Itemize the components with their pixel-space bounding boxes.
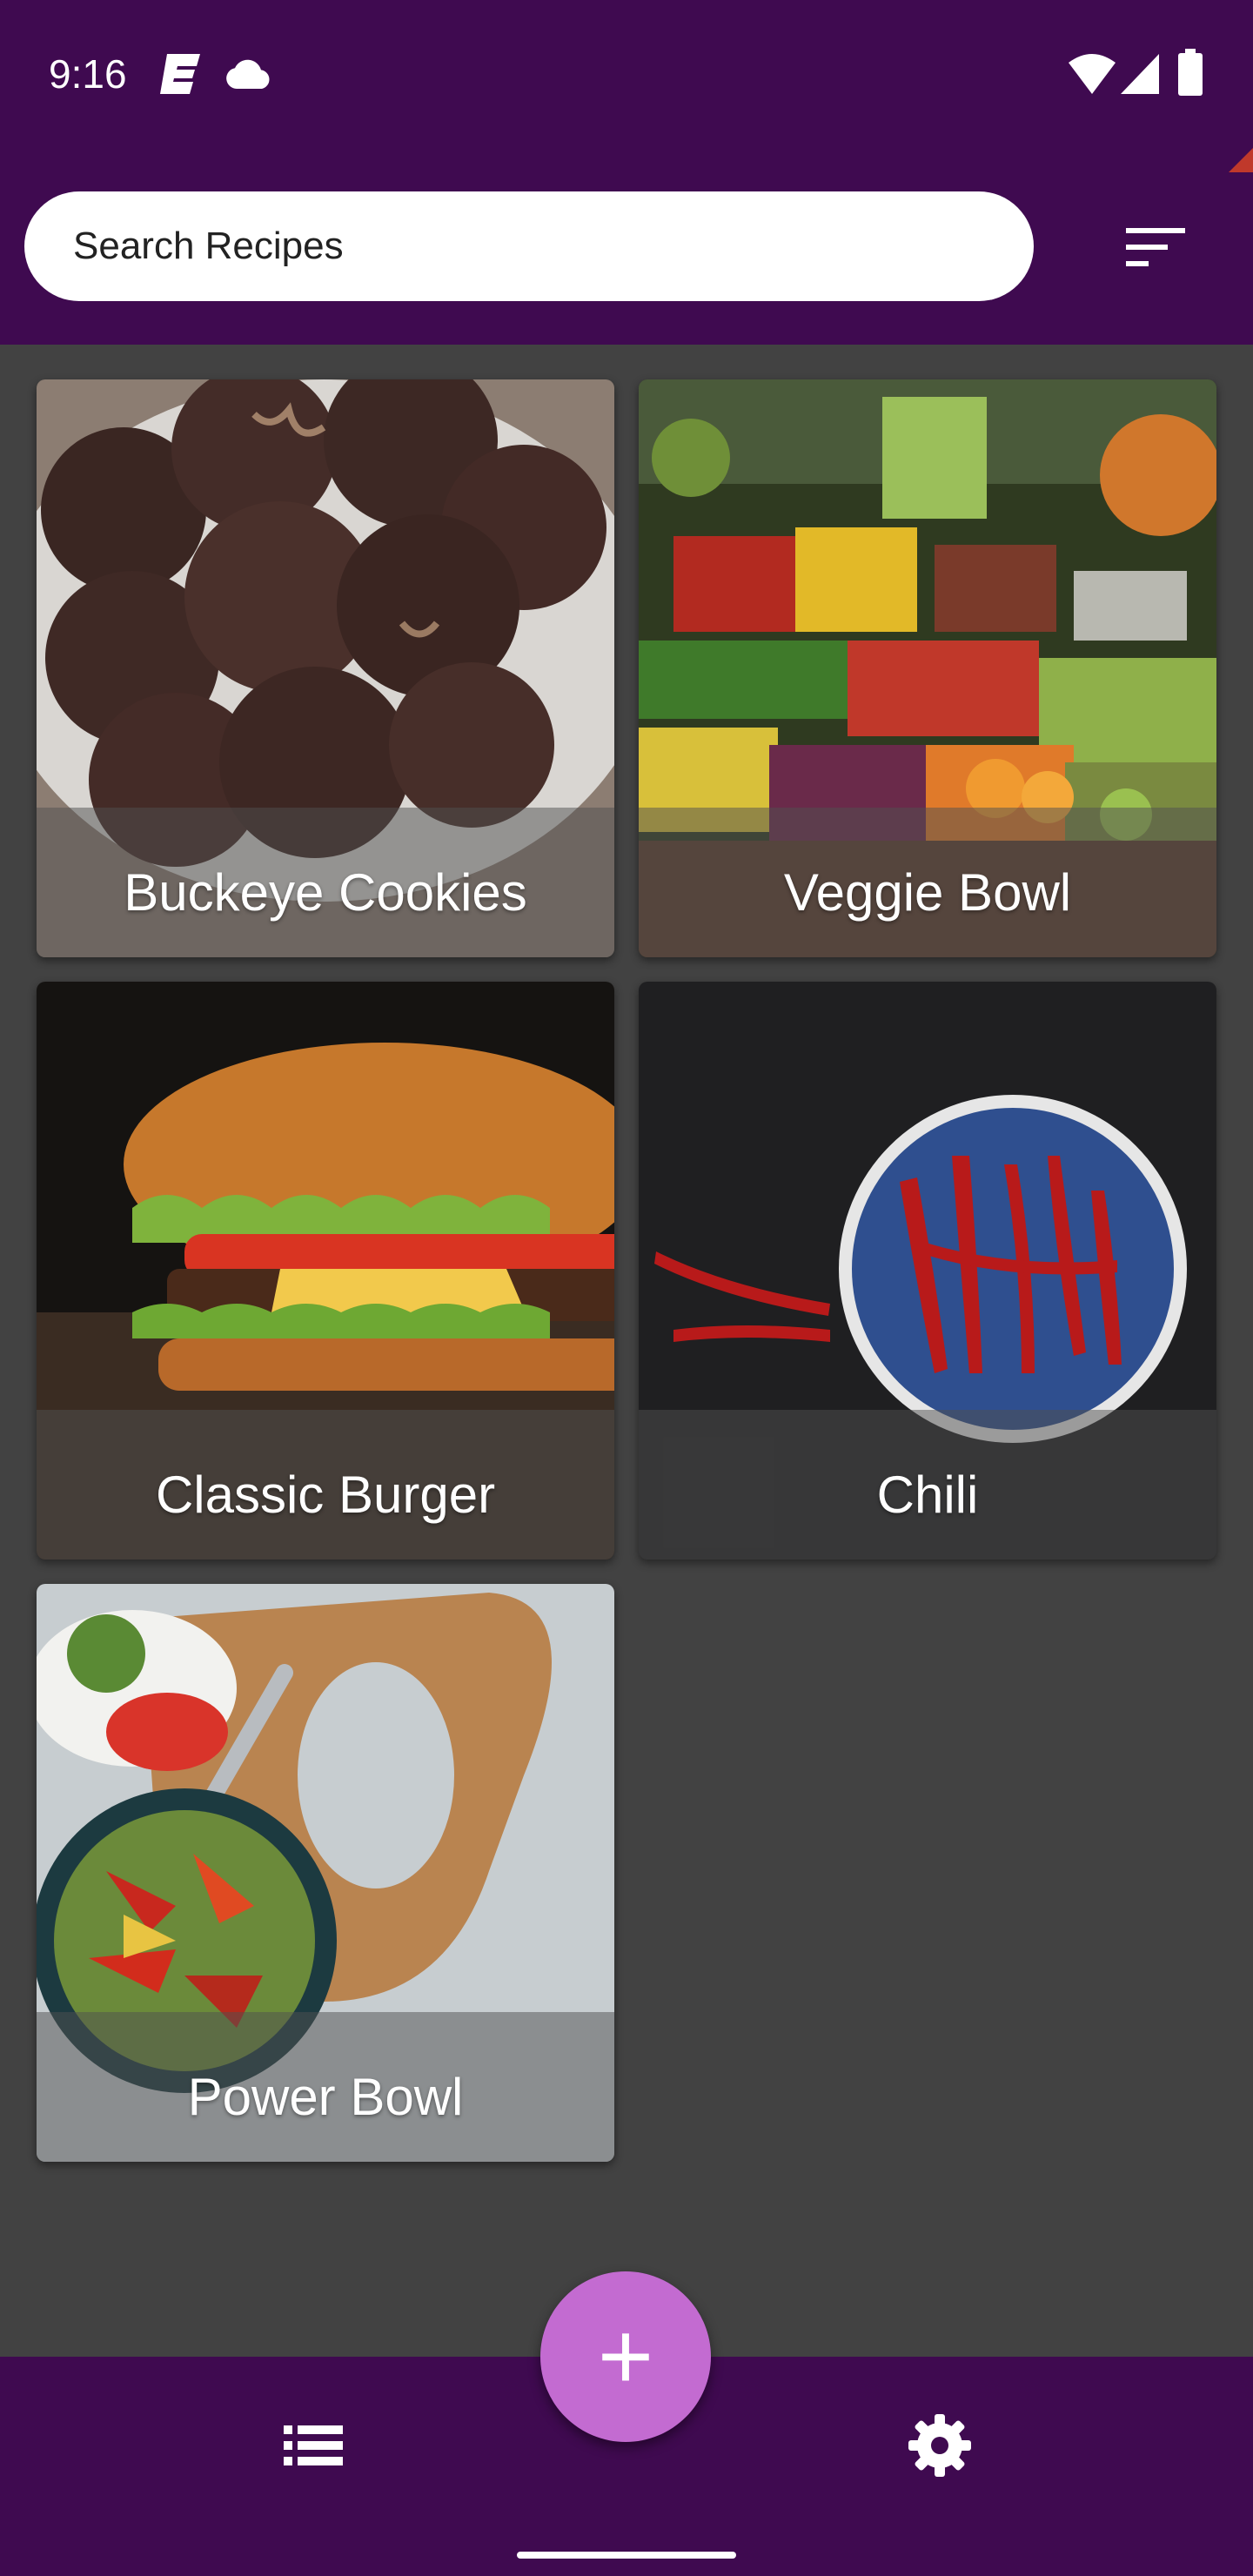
settings-button[interactable] — [879, 2393, 1001, 2498]
recipe-title: Classic Burger — [155, 1466, 496, 1524]
home-indicator[interactable] — [517, 2552, 736, 2559]
recipe-title: Buckeye Cookies — [124, 863, 527, 922]
battery-icon — [1178, 49, 1203, 96]
recipe-card[interactable]: Buckeye Cookies — [37, 379, 614, 957]
recipe-app: 9:16 Search Recipes Buckeye Cookies Vegg… — [0, 0, 1253, 2576]
recipe-card[interactable]: Chili — [639, 982, 1216, 1560]
list-icon — [284, 2425, 343, 2465]
wifi-icon — [1069, 54, 1116, 94]
recipe-card[interactable]: Classic Burger — [37, 982, 614, 1560]
cloud-icon — [226, 59, 270, 89]
recipe-list-button[interactable] — [252, 2393, 374, 2498]
recipe-title: Power Bowl — [187, 2068, 464, 2126]
sort-lines-icon — [1126, 228, 1185, 266]
sort-button[interactable] — [1103, 205, 1208, 289]
add-recipe-button[interactable]: + — [540, 2271, 711, 2442]
recipe-title: Chili — [876, 1466, 979, 1524]
recipe-card[interactable]: Veggie Bowl — [639, 379, 1216, 957]
corner-ribbon-icon — [1229, 148, 1253, 172]
search-input[interactable]: Search Recipes — [24, 191, 1034, 301]
gear-icon — [908, 2414, 971, 2477]
top-app-bar: 9:16 Search Recipes — [0, 0, 1253, 345]
notification-app-icon — [160, 54, 200, 94]
search-placeholder: Search Recipes — [73, 225, 344, 267]
cellular-signal-icon — [1121, 54, 1159, 94]
status-time: 9:16 — [49, 51, 127, 97]
recipe-title: Veggie Bowl — [783, 863, 1072, 922]
recipe-card[interactable]: Power Bowl — [37, 1584, 614, 2162]
